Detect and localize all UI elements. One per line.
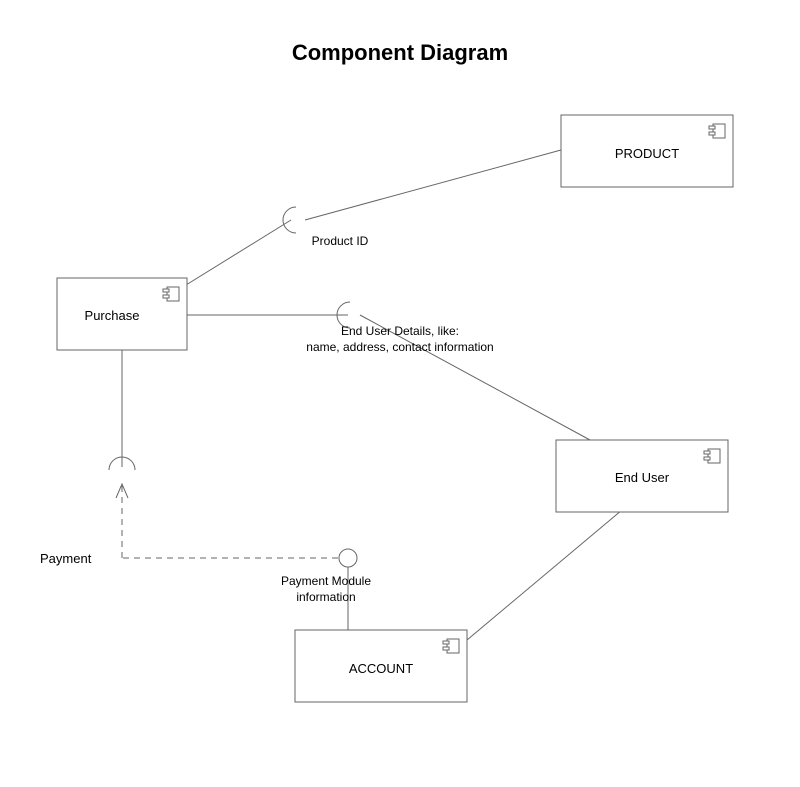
component-account: ACCOUNT bbox=[295, 630, 467, 702]
diagram-title: Component Diagram bbox=[292, 40, 508, 65]
label-payment-module-2: information bbox=[296, 590, 355, 604]
line-product-to-socket bbox=[305, 150, 561, 220]
component-purchase-label: Purchase bbox=[85, 308, 140, 323]
label-payment-module-1: Payment Module bbox=[281, 574, 371, 588]
line-purchase-to-productid-socket bbox=[186, 220, 291, 285]
component-product: PRODUCT bbox=[561, 115, 733, 187]
label-payment: Payment bbox=[40, 551, 92, 566]
line-enduser-to-account bbox=[467, 510, 622, 640]
component-end-user: End User bbox=[556, 440, 728, 512]
component-product-label: PRODUCT bbox=[615, 146, 679, 161]
label-end-user-details-2: name, address, contact information bbox=[306, 340, 493, 354]
socket-product-id bbox=[283, 207, 296, 233]
label-product-id: Product ID bbox=[312, 234, 369, 248]
component-purchase: Purchase bbox=[57, 278, 187, 350]
label-end-user-details-1: End User Details, like: bbox=[341, 324, 459, 338]
component-account-label: ACCOUNT bbox=[349, 661, 413, 676]
component-end-user-label: End User bbox=[615, 470, 670, 485]
component-diagram-canvas: Component Diagram Product ID PRODUCT End… bbox=[0, 0, 800, 787]
ball-payment-module bbox=[339, 549, 357, 567]
